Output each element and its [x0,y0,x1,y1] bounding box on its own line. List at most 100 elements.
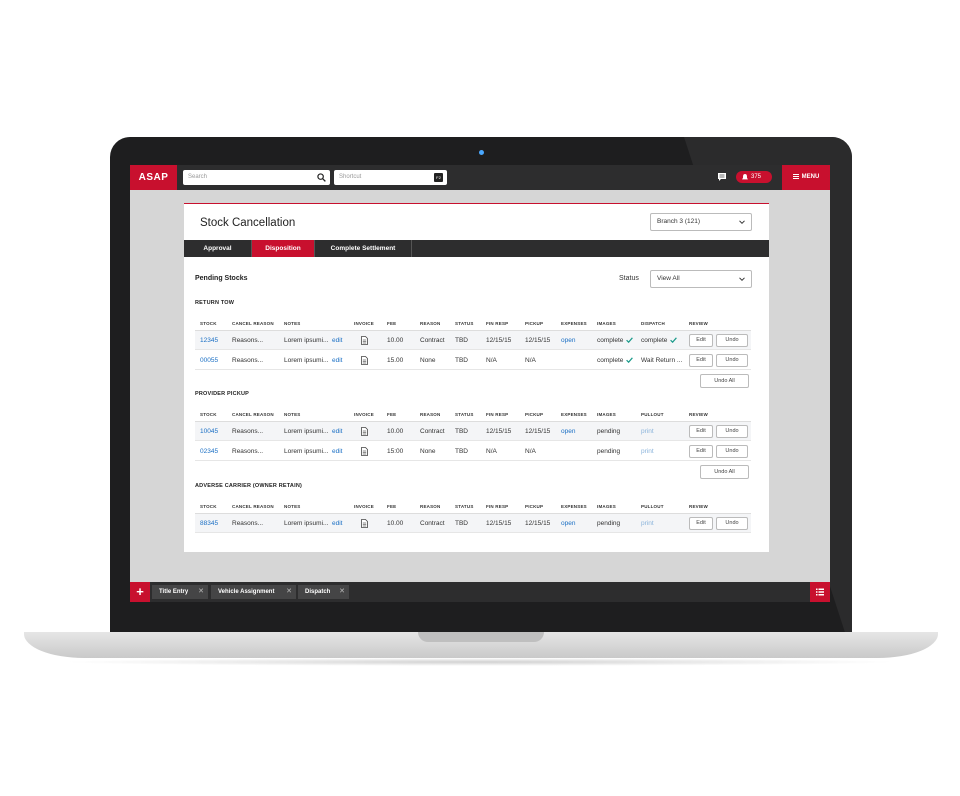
notes: Lorem ipsumi... [284,337,329,344]
stock-link[interactable]: 00055 [200,357,218,364]
stock-cancellation-card: Stock Cancellation Branch 3 (121) Approv… [184,203,769,552]
shortcut-input[interactable]: Shortcut F2 [334,170,447,185]
close-icon[interactable]: ✕ [198,585,204,599]
edit-button[interactable]: Edit [689,334,713,347]
edit-button[interactable]: Edit [689,517,713,530]
fee: 15.00 [387,357,404,364]
notification-badge[interactable]: 375 [736,171,772,183]
app-logo[interactable]: ASAP [130,165,177,190]
add-tab-button[interactable]: + [130,582,150,602]
bottom-tab-vehicle-assignment[interactable]: Vehicle Assignment ✕ [211,585,296,599]
status: TBD [455,520,468,527]
header-status: STATUS [455,321,474,326]
header-stock: STOCK [200,321,217,326]
search-input[interactable]: Search [183,170,330,185]
branch-value: Branch 3 (121) [657,218,700,225]
stock-link[interactable]: 02345 [200,448,218,455]
list-view-button[interactable] [810,582,830,602]
menu-button[interactable]: MENU [782,165,830,190]
header-fee: FEE [387,321,397,326]
undo-button[interactable]: Undo [716,425,748,438]
table-row: 00055 Reasons... Lorem ipsumi... edit 15… [195,351,751,370]
pickup: 12/15/15 [525,520,551,527]
cancel-reason: Reasons... [232,357,264,364]
undo-button[interactable]: Undo [716,354,748,367]
header-cancel-reason: CANCEL REASON [232,321,274,326]
table-row: 88345 Reasons... Lorem ipsumi... edit 10… [195,514,751,533]
notes: Lorem ipsumi... [284,428,329,435]
images-text: pending [597,520,621,527]
header-reason: REASON [420,321,441,326]
fee: 10.00 [387,428,404,435]
chevron-down-icon [739,220,745,225]
close-icon[interactable]: ✕ [339,585,345,599]
invoice-document-icon[interactable] [361,427,368,436]
expenses-link[interactable]: open [561,337,575,344]
status-select[interactable]: View All [650,270,752,288]
bottom-tab-title-entry[interactable]: Title Entry ✕ [152,585,208,599]
header-status: STATUS [455,504,474,509]
header-expenses: EXPENSES [561,412,587,417]
notes-edit-link[interactable]: edit [332,428,342,435]
edit-button[interactable]: Edit [689,354,713,367]
header-stock: STOCK [200,412,217,417]
status: TBD [455,448,468,455]
header-fee: FEE [387,504,397,509]
undo-button[interactable]: Undo [716,517,748,530]
fee: 10.00 [387,520,404,527]
invoice-document-icon[interactable] [361,447,368,456]
header-pickup: PICKUP [525,321,544,326]
reason: Contract [420,428,445,435]
stock-link[interactable]: 10045 [200,428,218,435]
print-link[interactable]: print [641,448,654,455]
table-row: 10045 Reasons... Lorem ipsumi... edit 10… [195,422,751,441]
header-fin-resp: FIN RESP [486,412,509,417]
expenses-link[interactable]: open [561,520,575,527]
print-link[interactable]: print [641,520,654,527]
stock-link[interactable]: 12345 [200,337,218,344]
pickup: N/A [525,448,536,455]
notes: Lorem ipsumi... [284,520,329,527]
section-title-return-tow: RETURN TOW [195,300,235,306]
undo-all-button[interactable]: Undo All [700,374,749,388]
search-icon[interactable] [317,173,326,182]
page-title: Stock Cancellation [200,217,296,229]
header-pickup: PICKUP [525,412,544,417]
invoice-document-icon[interactable] [361,336,368,345]
edit-button[interactable]: Edit [689,425,713,438]
print-link[interactable]: print [641,428,654,435]
tab-disposition[interactable]: Disposition [252,240,315,257]
header-review: REVIEW [689,412,708,417]
expenses-link[interactable]: open [561,428,575,435]
notes-edit-link[interactable]: edit [332,337,342,344]
shortcut-placeholder: Shortcut [339,174,362,180]
header-pullout: PULLOUT [641,412,664,417]
invoice-document-icon[interactable] [361,519,368,528]
edit-button[interactable]: Edit [689,445,713,458]
dispatch-text: complete [641,337,668,344]
header-fin-resp: FIN RESP [486,504,509,509]
branch-select[interactable]: Branch 3 (121) [650,213,752,231]
images-status: complete [597,357,634,364]
chat-icon[interactable] [717,172,727,182]
notes-edit-link[interactable]: edit [332,357,342,364]
laptop-base-notch [418,632,544,642]
bottom-tab-label: Vehicle Assignment [218,589,275,595]
undo-button[interactable]: Undo [716,334,748,347]
table-row: 12345 Reasons... Lorem ipsumi... edit 10… [195,331,751,350]
bottom-tab-dispatch[interactable]: Dispatch ✕ [298,585,349,599]
undo-button[interactable]: Undo [716,445,748,458]
invoice-document-icon[interactable] [361,356,368,365]
stock-link[interactable]: 88345 [200,520,218,527]
tab-approval[interactable]: Approval [184,240,252,257]
header-cancel-reason: CANCEL REASON [232,412,274,417]
reason: Contract [420,337,445,344]
undo-all-button[interactable]: Undo All [700,465,749,479]
status-value: View All [657,275,680,282]
notes-edit-link[interactable]: edit [332,448,342,455]
notes-edit-link[interactable]: edit [332,520,342,527]
fin-resp: 12/15/15 [486,337,512,344]
tab-complete-settlement[interactable]: Complete Settlement [315,240,412,257]
notification-count: 375 [751,174,762,180]
close-icon[interactable]: ✕ [286,585,292,599]
